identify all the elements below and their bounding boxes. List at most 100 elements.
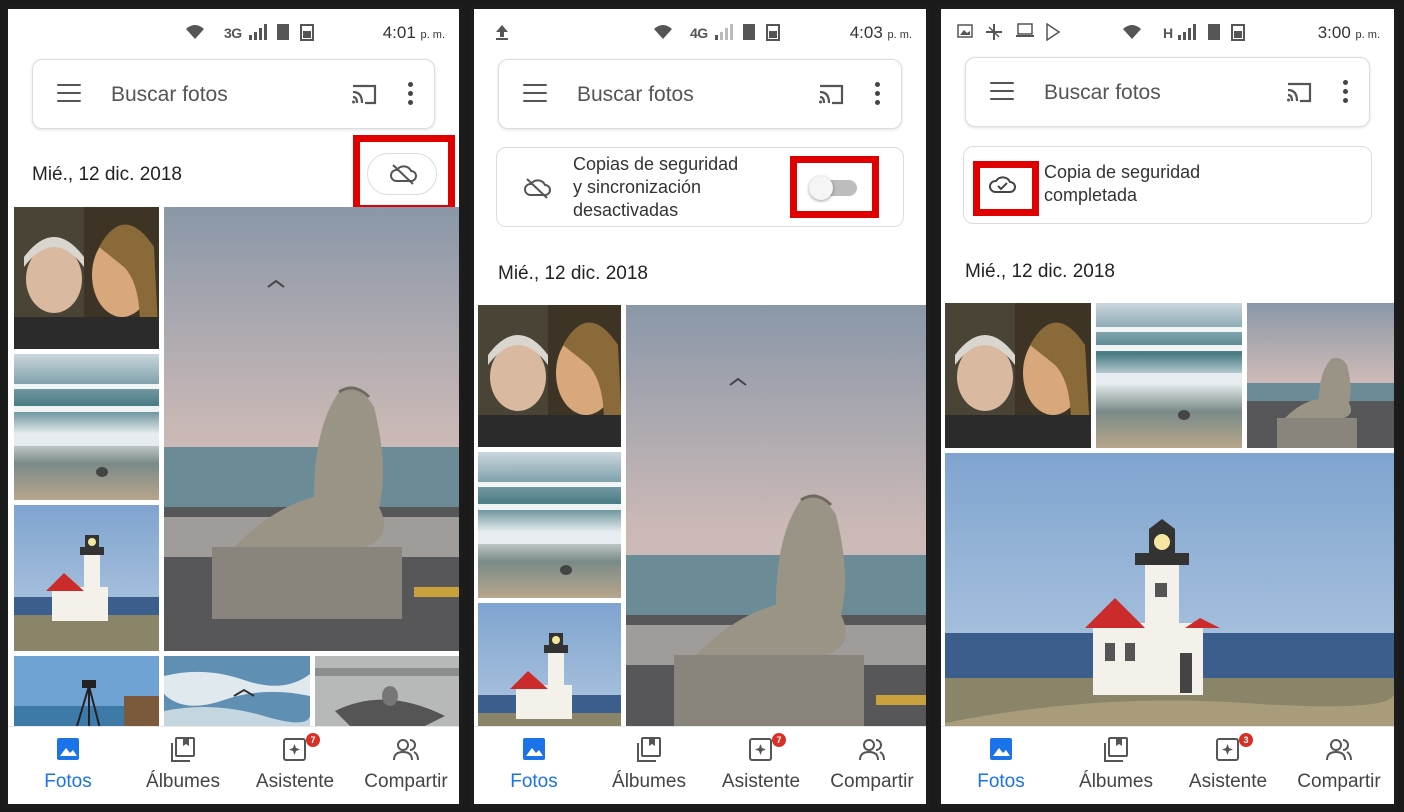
photo-thumbnail[interactable] (164, 656, 310, 736)
phone-screen-1: 3G 4:01 p. m. Buscar fotos Mié., 12 dic.… (4, 5, 463, 808)
nav-fotos[interactable]: Fotos (18, 727, 118, 804)
menu-icon[interactable] (523, 84, 547, 104)
bottom-navigation: Fotos Álbumes 7 Asistente Compartir (8, 726, 459, 804)
photo-thumbnail[interactable] (478, 305, 621, 447)
photo-thumbnail[interactable] (1096, 303, 1242, 448)
wifi-icon (1123, 25, 1141, 39)
sim-icon (277, 24, 289, 40)
assistant-icon (283, 738, 306, 761)
notification-badge: 7 (306, 733, 320, 747)
clock: 4:01 p. m. (382, 23, 445, 42)
lighthouse-photo (478, 603, 621, 736)
highlight-box (790, 156, 879, 218)
backup-status-text: Copias de seguridad y sincronización des… (573, 154, 739, 220)
photo-thumbnail[interactable] (478, 603, 621, 736)
nav-asistente[interactable]: 7 Asistente (711, 727, 811, 804)
photo-thumbnail[interactable] (1247, 303, 1394, 448)
lighthouse-photo (14, 505, 159, 651)
album-icon (637, 737, 661, 762)
portrait-photo (478, 305, 621, 447)
status-bar: 3G 4:01 p. m. (8, 9, 459, 55)
wifi-icon (654, 25, 672, 39)
nav-asistente[interactable]: 7 Asistente (245, 727, 345, 804)
people-icon (859, 739, 885, 761)
signal-icon (715, 24, 733, 40)
sea-lion-statue-photo (1247, 303, 1394, 448)
nav-compartir[interactable]: Compartir (1284, 727, 1394, 804)
clock: 4:03 p. m. (849, 23, 912, 42)
phone-screen-2: 4G 4:03 p. m. Buscar fotos Copias de seg… (470, 5, 930, 808)
date-header: Mié., 12 dic. 2018 (32, 164, 182, 185)
nav-asistente[interactable]: 3 Asistente (1178, 727, 1278, 804)
search-bar[interactable]: Buscar fotos (498, 59, 902, 129)
search-bar[interactable]: Buscar fotos (965, 57, 1370, 127)
portrait-photo (14, 207, 159, 349)
battery-icon (300, 24, 314, 41)
photo-thumbnail[interactable] (945, 453, 1394, 736)
assistant-icon (1216, 738, 1239, 761)
photo-thumbnail[interactable] (14, 207, 159, 349)
album-icon (1104, 737, 1128, 762)
photo-thumbnail[interactable] (164, 207, 459, 651)
nav-albumes[interactable]: Álbumes (599, 727, 699, 804)
bottom-navigation: Fotos Álbumes 3 Asistente Compartir (941, 726, 1394, 804)
nav-fotos[interactable]: Fotos (951, 727, 1051, 804)
nav-fotos[interactable]: Fotos (484, 727, 584, 804)
photo-thumbnail[interactable] (14, 354, 159, 500)
more-options-icon[interactable] (408, 82, 414, 109)
portrait-photo (945, 303, 1091, 448)
photo-thumbnail[interactable] (315, 656, 459, 736)
laptop-notification-icon (1016, 23, 1034, 37)
search-input[interactable]: Buscar fotos (1044, 81, 1161, 105)
photo-icon (523, 738, 545, 760)
people-icon (1326, 739, 1352, 761)
cast-icon[interactable] (350, 82, 378, 106)
photo-thumbnail[interactable] (14, 505, 159, 651)
sea-lion-statue-photo (164, 207, 459, 651)
signal-icon (249, 24, 267, 40)
photo-thumbnail[interactable] (945, 303, 1091, 448)
network-type: 4G (690, 25, 708, 41)
cloud-off-icon (524, 178, 551, 199)
status-bar: H 3:00 p. m. (941, 9, 1394, 55)
waves-photo (14, 354, 159, 500)
menu-icon[interactable] (57, 84, 81, 104)
search-input[interactable]: Buscar fotos (577, 83, 694, 107)
album-icon (171, 737, 195, 762)
nav-compartir[interactable]: Compartir (351, 727, 459, 804)
clock: 3:00 p. m. (1317, 23, 1380, 42)
tripod-photo (14, 656, 159, 736)
highlight-box (353, 135, 455, 212)
photo-thumbnail[interactable] (478, 452, 621, 598)
search-bar[interactable]: Buscar fotos (32, 59, 435, 129)
gallery-notification-icon (957, 24, 973, 38)
notification-badge: 3 (1239, 733, 1253, 747)
waves-photo (478, 452, 621, 598)
battery-icon (1231, 24, 1245, 41)
wifi-icon (186, 25, 204, 39)
play-store-notification-icon (1046, 23, 1061, 41)
more-options-icon[interactable] (875, 82, 881, 109)
cast-icon[interactable] (1285, 80, 1313, 104)
notification-badge: 7 (772, 733, 786, 747)
photo-thumbnail[interactable] (14, 656, 159, 736)
cast-icon[interactable] (817, 82, 845, 106)
sync-notification-icon (986, 24, 1002, 40)
status-bar: 4G 4:03 p. m. (474, 9, 926, 55)
date-header: Mié., 12 dic. 2018 (965, 261, 1115, 282)
highlight-box (973, 161, 1039, 216)
lighthouse-photo (945, 453, 1394, 736)
surf-photo (164, 656, 310, 736)
menu-icon[interactable] (990, 82, 1014, 102)
waves-photo (1096, 303, 1242, 448)
nav-albumes[interactable]: Álbumes (1066, 727, 1166, 804)
assistant-icon (749, 738, 772, 761)
photo-icon (990, 738, 1012, 760)
photo-thumbnail[interactable] (626, 305, 926, 736)
sea-lion-statue-photo (626, 305, 926, 736)
more-options-icon[interactable] (1343, 80, 1349, 107)
sim-icon (1208, 24, 1220, 40)
nav-compartir[interactable]: Compartir (817, 727, 926, 804)
search-input[interactable]: Buscar fotos (111, 83, 228, 107)
nav-albumes[interactable]: Álbumes (133, 727, 233, 804)
